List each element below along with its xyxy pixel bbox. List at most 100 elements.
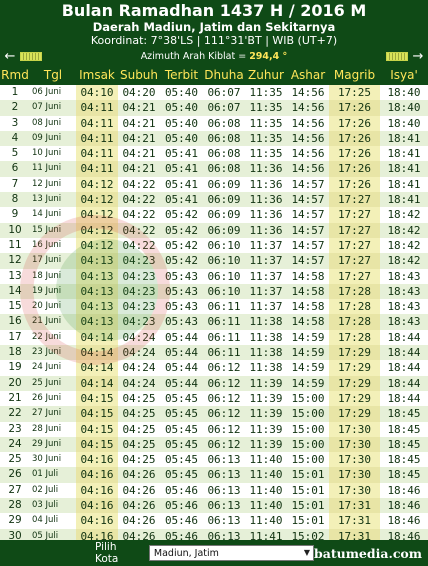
- cell-isya: 18:41: [380, 192, 428, 208]
- cell-isya: 18:45: [380, 452, 428, 468]
- cell-zuhur: 11:35: [245, 146, 287, 162]
- cell-zuhur: 11:35: [245, 130, 287, 147]
- cell-dhuha: 06:13: [203, 513, 245, 529]
- cell-magrib: 17:28: [329, 283, 380, 300]
- calendar-prev-icon[interactable]: [20, 52, 42, 61]
- cell-tgl: 18 Juni: [30, 268, 76, 284]
- cell-dhuha: 06:10: [203, 253, 245, 269]
- cell-zuhur: 11:37: [245, 253, 287, 269]
- column-header-magrib: Magrib: [329, 65, 380, 85]
- cell-tgl: 27 Juni: [30, 406, 76, 422]
- cell-terbit: 05:43: [160, 283, 203, 300]
- cell-zuhur: 11:37: [245, 237, 287, 254]
- cell-rmd: 7: [0, 176, 30, 193]
- cell-subuh: 04:24: [118, 375, 160, 391]
- cell-dhuha: 06:07: [203, 85, 245, 101]
- cell-zuhur: 11:38: [245, 360, 287, 376]
- cell-imsak: 04:12: [76, 237, 118, 254]
- cell-tgl: 29 Juni: [30, 436, 76, 453]
- cell-terbit: 05:40: [160, 130, 203, 147]
- cell-terbit: 05:43: [160, 299, 203, 315]
- cell-ashar: 14:57: [287, 237, 329, 254]
- cell-terbit: 05:40: [160, 100, 203, 116]
- cell-subuh: 04:21: [118, 100, 160, 116]
- schedule-table-wrap: Rmd Tgl Imsak Subuh Terbit Dhuha Zuhur Ashar Mag…: [0, 65, 428, 544]
- arrow-right-icon[interactable]: →: [411, 48, 425, 65]
- cell-ashar: 14:58: [287, 268, 329, 284]
- table-row: 21 26 Juni 04:15 04:25 05:45 06:12 11:39 15:00 1…: [0, 390, 428, 407]
- cell-terbit: 05:46: [160, 498, 203, 514]
- cell-subuh: 04:23: [118, 283, 160, 300]
- brand-logo[interactable]: batumedia.com: [314, 546, 422, 561]
- arrow-left-icon[interactable]: ←: [3, 48, 17, 65]
- table-row: 16 21 Juni 04:13 04:23 05:43 06:11 11:38 14:58 1…: [0, 314, 428, 330]
- cell-tgl: 28 Juni: [30, 421, 76, 437]
- cell-rmd: 21: [0, 390, 30, 407]
- cell-subuh: 04:25: [118, 406, 160, 422]
- cell-isya: 18:46: [380, 498, 428, 514]
- cell-terbit: 05:44: [160, 375, 203, 391]
- cell-subuh: 04:23: [118, 314, 160, 330]
- cell-rmd: 29: [0, 513, 30, 529]
- cell-imsak: 04:15: [76, 406, 118, 422]
- cell-tgl: 09 Juni: [30, 130, 76, 147]
- cell-zuhur: 11:38: [245, 329, 287, 346]
- cell-tgl: 20 Juni: [30, 299, 76, 315]
- cell-dhuha: 06:10: [203, 237, 245, 254]
- cell-ashar: 14:59: [287, 345, 329, 361]
- cell-magrib: 17:29: [329, 406, 380, 422]
- cell-ashar: 14:57: [287, 222, 329, 238]
- cell-terbit: 05:45: [160, 421, 203, 437]
- cell-magrib: 17:29: [329, 390, 380, 407]
- cell-terbit: 05:45: [160, 436, 203, 453]
- table-row: 6 11 Juni 04:11 04:21 05:41 06:08 11:36 14:56 17…: [0, 161, 428, 177]
- cell-isya: 18:42: [380, 207, 428, 223]
- cell-imsak: 04:13: [76, 314, 118, 330]
- cell-imsak: 04:14: [76, 360, 118, 376]
- cell-magrib: 17:30: [329, 436, 380, 453]
- cell-rmd: 12: [0, 253, 30, 269]
- cell-tgl: 30 Juni: [30, 452, 76, 468]
- cell-magrib: 17:30: [329, 467, 380, 483]
- cell-subuh: 04:22: [118, 207, 160, 223]
- page-title: Bulan Ramadhan 1437 H / 2016 M: [61, 1, 367, 20]
- cell-zuhur: 11:36: [245, 176, 287, 193]
- cell-magrib: 17:29: [329, 375, 380, 391]
- table-row: 7 12 Juni 04:12 04:22 05:41 06:09 11:36 14:57 17…: [0, 176, 428, 193]
- table-row: 20 25 Juni 04:14 04:24 05:44 06:12 11:39 14:59 1…: [0, 375, 428, 391]
- chevron-down-icon: ▼: [303, 548, 310, 557]
- cell-rmd: 1: [0, 85, 30, 101]
- cell-magrib: 17:27: [329, 237, 380, 254]
- city-select[interactable]: Madiun, Jatim ▼: [148, 545, 314, 561]
- calendar-next-icon[interactable]: [386, 52, 408, 61]
- cell-magrib: 17:27: [329, 192, 380, 208]
- cell-zuhur: 11:35: [245, 115, 287, 131]
- qibla-bar: ← Azimuth Arah Kiblat = 294,4 ° →: [0, 48, 428, 65]
- cell-ashar: 14:57: [287, 207, 329, 223]
- cell-rmd: 14: [0, 283, 30, 300]
- column-header-terbit: Terbit: [160, 65, 203, 85]
- cell-isya: 18:43: [380, 314, 428, 330]
- cell-subuh: 04:25: [118, 452, 160, 468]
- cell-dhuha: 06:12: [203, 360, 245, 376]
- cell-rmd: 24: [0, 436, 30, 453]
- cell-imsak: 04:16: [76, 482, 118, 499]
- cell-subuh: 04:26: [118, 513, 160, 529]
- cell-isya: 18:43: [380, 299, 428, 315]
- cell-zuhur: 11:40: [245, 482, 287, 499]
- cell-dhuha: 06:13: [203, 482, 245, 499]
- cell-tgl: 04 Juli: [30, 513, 76, 529]
- cell-ashar: 14:56: [287, 100, 329, 116]
- cell-imsak: 04:10: [76, 85, 118, 101]
- cell-dhuha: 06:11: [203, 314, 245, 330]
- table-header-row: Rmd Tgl Imsak Subuh Terbit Dhuha Zuhur Ashar Mag…: [0, 65, 428, 85]
- column-header-ashar: Ashar: [287, 65, 329, 85]
- cell-rmd: 27: [0, 482, 30, 499]
- cell-terbit: 05:44: [160, 360, 203, 376]
- cell-ashar: 14:58: [287, 314, 329, 330]
- cell-rmd: 15: [0, 299, 30, 315]
- cell-ashar: 15:00: [287, 436, 329, 453]
- qibla-label: Azimuth Arah Kiblat =: [140, 51, 247, 62]
- cell-ashar: 15:00: [287, 390, 329, 407]
- table-row: 17 22 Juni 04:14 04:24 05:44 06:11 11:38 14:59 1…: [0, 329, 428, 346]
